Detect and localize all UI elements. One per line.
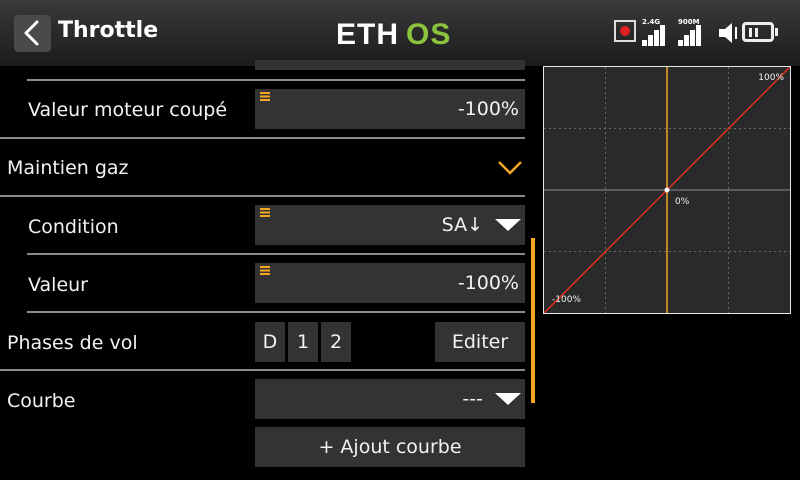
status-area: 2.4G 900M bbox=[614, 14, 794, 54]
ethos-logo: ETH OS bbox=[336, 18, 464, 54]
condition-dropdown[interactable]: SA↓ bbox=[255, 205, 525, 245]
dropdown-arrow-icon bbox=[495, 219, 521, 231]
chevron-down-icon[interactable] bbox=[497, 159, 525, 177]
svg-text:ETH: ETH bbox=[336, 18, 399, 50]
graph-top-label: 100% bbox=[758, 73, 784, 83]
add-curve-button[interactable]: + Ajout courbe bbox=[255, 427, 525, 467]
edit-flight-modes-button[interactable]: Editer bbox=[435, 322, 525, 362]
page-title: Throttle bbox=[58, 18, 159, 43]
flight-modes-label: Phases de vol bbox=[7, 332, 138, 354]
flight-mode-d-button[interactable]: D bbox=[255, 322, 285, 362]
menu-icon bbox=[260, 208, 270, 217]
chevron-left-icon bbox=[24, 20, 39, 46]
flight-mode-1-button[interactable]: 1 bbox=[288, 322, 318, 362]
signal-24g-icon: 2.4G bbox=[642, 18, 672, 46]
cut-value-label: Valeur moteur coupé bbox=[28, 99, 228, 121]
svg-text:OS: OS bbox=[406, 18, 451, 50]
curve-point bbox=[664, 187, 670, 193]
battery-icon bbox=[742, 22, 778, 42]
condition-label: Condition bbox=[28, 216, 119, 238]
partial-field[interactable] bbox=[255, 60, 525, 70]
curve-label: Courbe bbox=[7, 390, 76, 412]
menu-icon bbox=[260, 92, 270, 101]
signal-900m-icon: 900M bbox=[678, 18, 708, 46]
curve-value: --- bbox=[462, 388, 483, 410]
hold-value-label: Valeur bbox=[28, 274, 88, 296]
graph-bottom-label: -100% bbox=[552, 295, 581, 305]
menu-icon bbox=[260, 266, 270, 275]
hold-value-text: -100% bbox=[457, 272, 519, 294]
scrollbar[interactable] bbox=[531, 238, 535, 403]
dropdown-arrow-icon bbox=[495, 393, 521, 405]
speaker-icon bbox=[719, 23, 737, 43]
flight-mode-2-button[interactable]: 2 bbox=[321, 322, 351, 362]
condition-value: SA↓ bbox=[441, 214, 483, 236]
cut-value-field[interactable]: -100% bbox=[255, 89, 525, 129]
back-button[interactable] bbox=[14, 15, 51, 52]
curve-dropdown[interactable]: --- bbox=[255, 379, 525, 419]
graph-center-label: 0% bbox=[675, 197, 690, 207]
hold-section-label: Maintien gaz bbox=[7, 157, 129, 179]
curve-plot bbox=[544, 67, 790, 313]
throttle-curve-graph: 100% 0% -100% bbox=[543, 66, 791, 314]
hold-value-field[interactable]: -100% bbox=[255, 263, 525, 303]
cut-value-text: -100% bbox=[457, 98, 519, 120]
top-bar: Throttle ETH OS 2.4G 900M bbox=[0, 0, 800, 66]
settings-list: Valeur moteur coupé -100% Maintien gaz C… bbox=[0, 60, 540, 480]
record-icon bbox=[614, 20, 636, 42]
